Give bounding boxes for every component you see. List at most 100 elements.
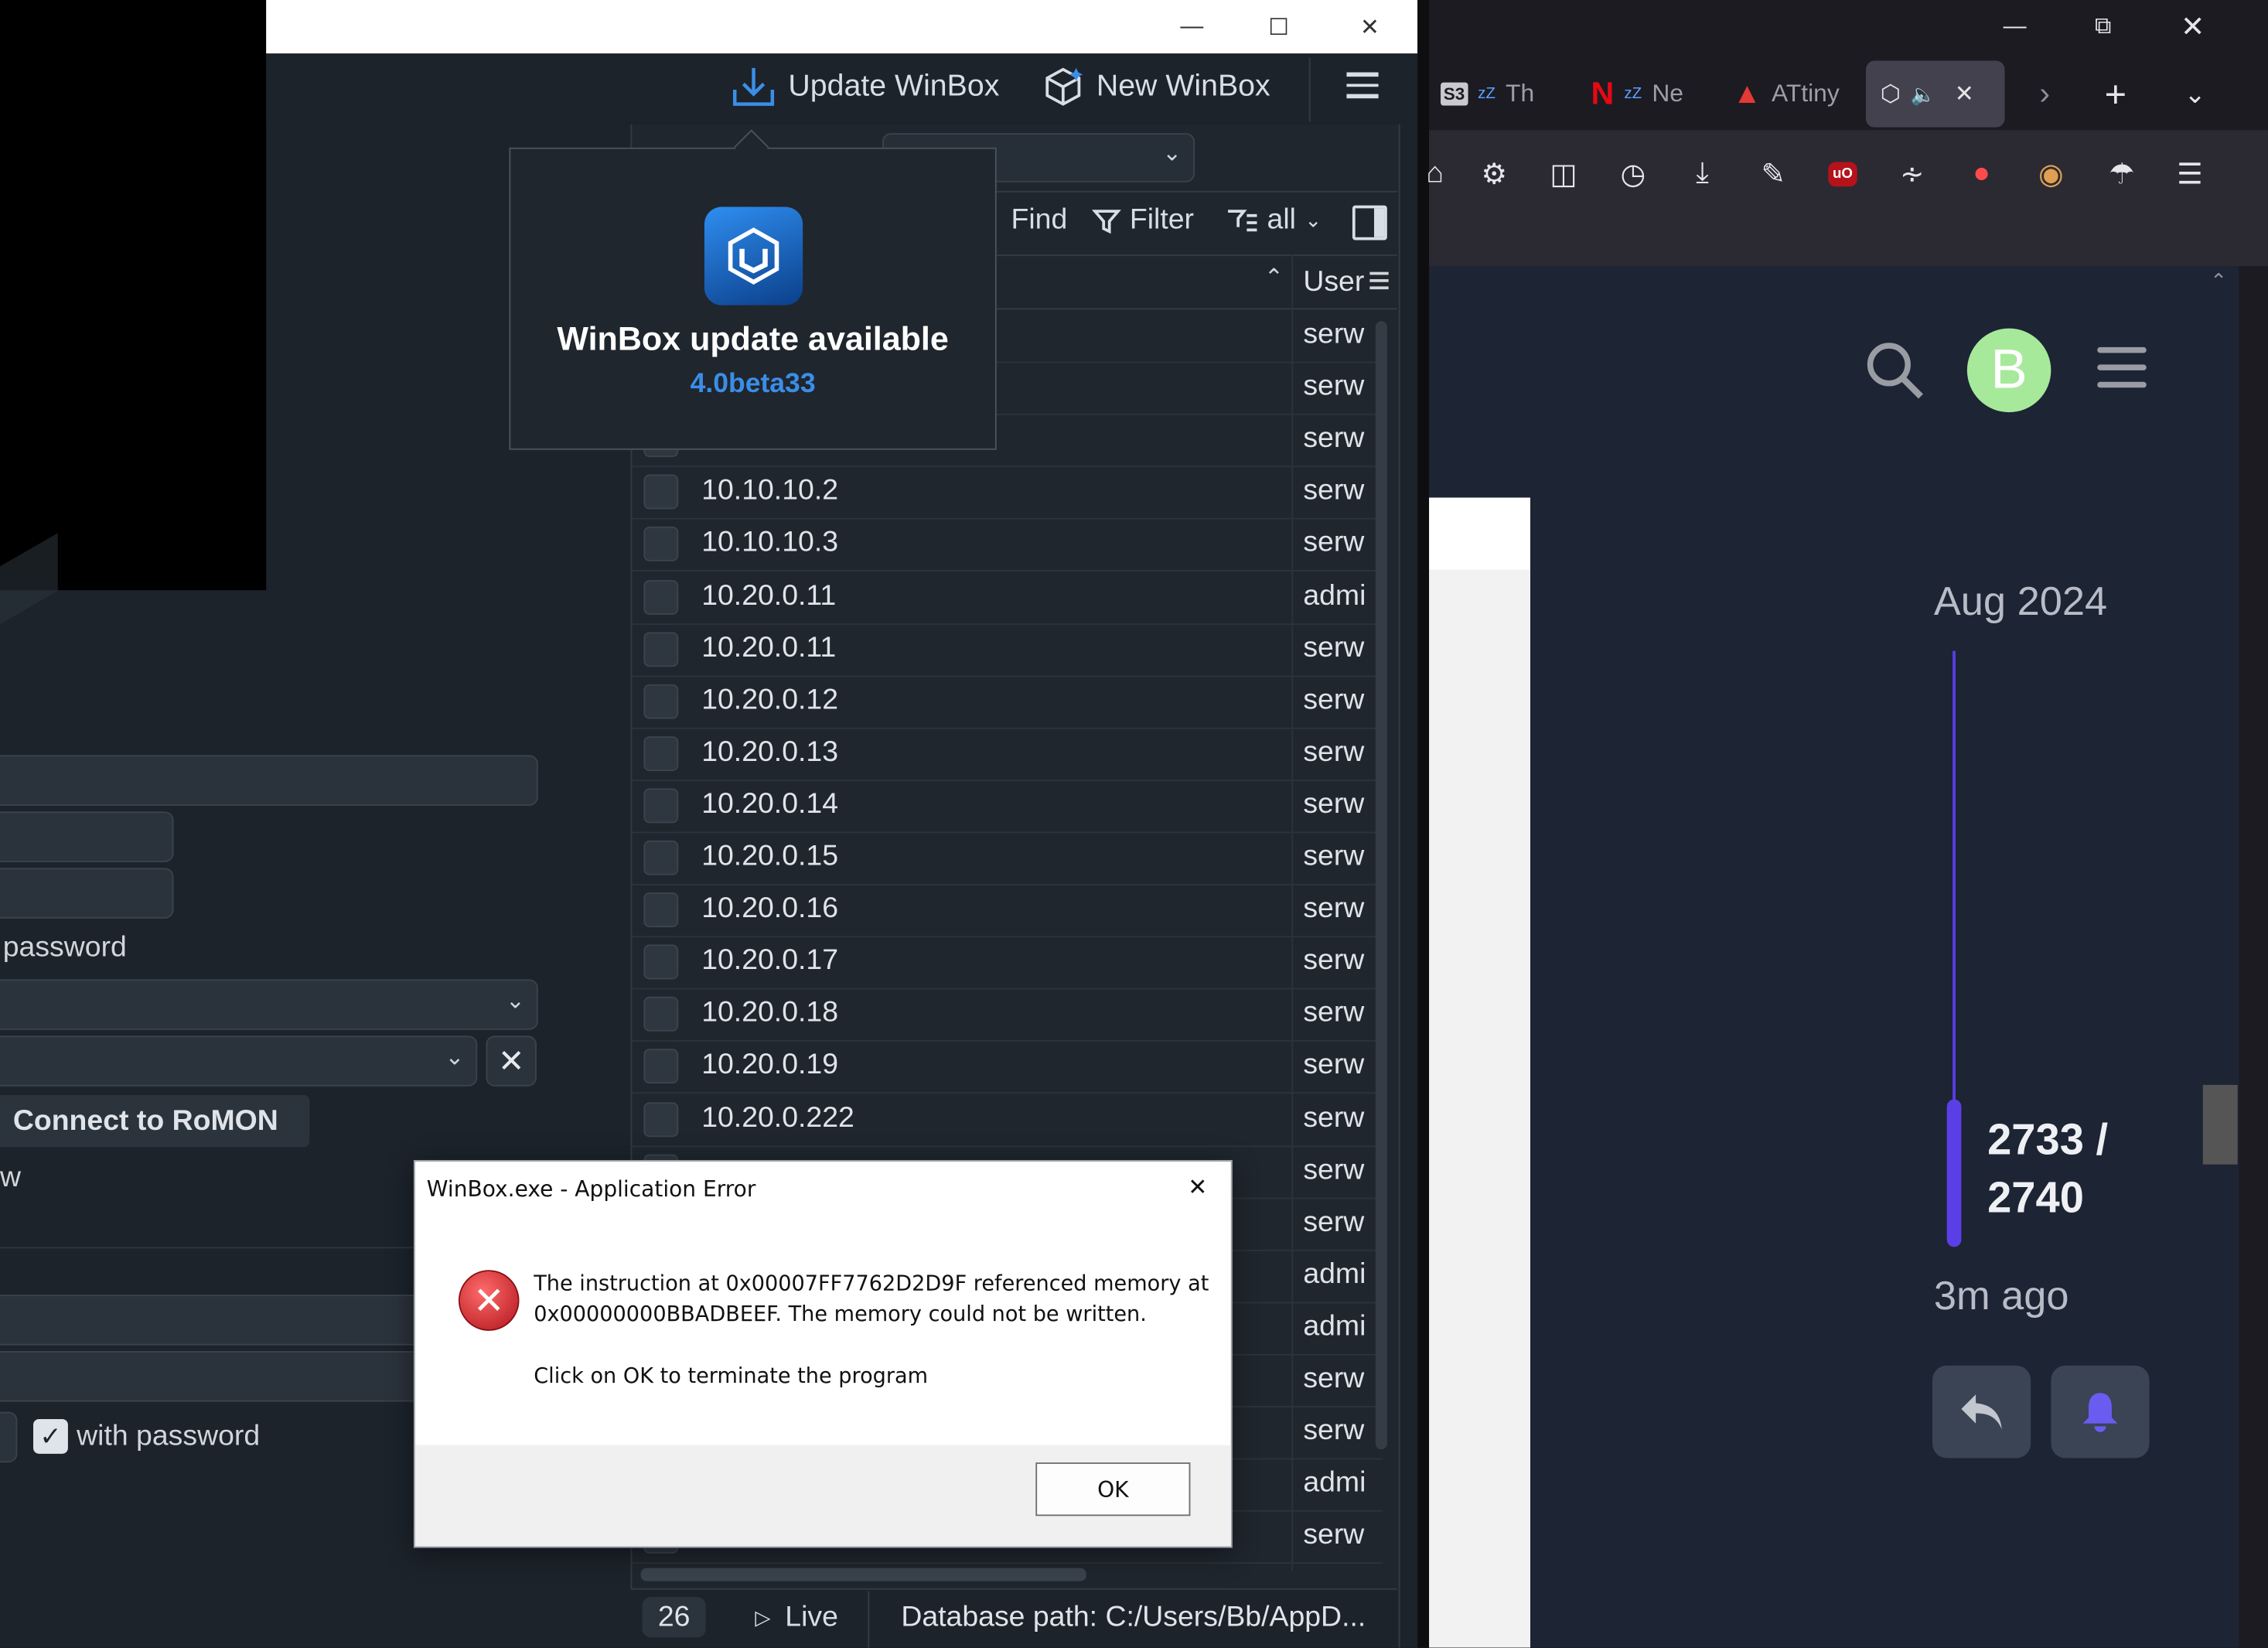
minimize-button[interactable]: — — [1148, 0, 1235, 53]
checkmark-icon: ✓ — [39, 1421, 62, 1451]
row-checkbox[interactable] — [643, 735, 679, 771]
row-checkbox[interactable] — [643, 1049, 679, 1084]
browser-tab-1[interactable]: S3 zZ Th — [1441, 61, 1534, 128]
with-password-checkbox[interactable]: ✓ — [33, 1418, 68, 1454]
table-row[interactable]: 10.20.0.15 serw — [630, 832, 1383, 885]
connect-romon-button[interactable]: Connect to RoMON — [0, 1094, 310, 1148]
table-row[interactable]: 10.20.0.11 serw — [630, 623, 1383, 677]
table-row[interactable]: 10.20.0.16 serw — [630, 884, 1383, 938]
umbrella-icon[interactable]: ☂ — [2102, 153, 2142, 193]
new-winbox-button[interactable]: New WinBox — [1042, 65, 1270, 108]
notifications-button[interactable] — [2051, 1365, 2150, 1459]
popover-version[interactable]: 4.0beta33 — [510, 369, 995, 401]
table-row[interactable]: 10.20.0.14 serw — [630, 780, 1383, 834]
table-row[interactable]: 10.20.0.222 serw — [630, 1093, 1383, 1147]
column-header-user[interactable]: User — [1303, 266, 1364, 299]
row-checkbox[interactable] — [643, 892, 679, 928]
romon-agent-select[interactable]: ⌄ — [0, 1036, 478, 1087]
filter-label: Filter — [1129, 203, 1195, 236]
timeline-thumb[interactable] — [1946, 1099, 1962, 1247]
close-tab-icon[interactable]: ✕ — [1955, 80, 1974, 108]
row-checkbox[interactable] — [643, 684, 679, 719]
feed-icon[interactable]: ∻ — [1892, 153, 1932, 193]
table-row[interactable]: 10.20.0.12 serw — [630, 675, 1383, 729]
row-checkbox[interactable] — [643, 631, 679, 667]
browser-restore-button[interactable]: ⧉ — [2060, 0, 2147, 53]
horizontal-scrollbar[interactable] — [640, 1568, 1086, 1581]
browser-close-button[interactable]: ✕ — [2150, 0, 2236, 53]
find-button[interactable]: Find — [1011, 204, 1067, 237]
password-field[interactable] — [0, 868, 174, 919]
history-icon[interactable]: ◷ — [1613, 153, 1653, 193]
table-row[interactable]: 10.20.0.13 serw — [630, 727, 1383, 781]
site-menu-icon[interactable] — [2097, 346, 2147, 388]
tab-list-icon[interactable]: ⌄ — [2184, 61, 2205, 128]
dialog-close-button[interactable]: ✕ — [1178, 1170, 1216, 1205]
live-toggle[interactable]: ▷ Live — [755, 1602, 838, 1635]
row-checkbox[interactable] — [643, 579, 679, 615]
lower-field-2[interactable] — [0, 1351, 428, 1402]
screenshot-icon[interactable]: ● — [1961, 153, 2001, 193]
table-row[interactable]: 10.20.0.18 serw — [630, 988, 1383, 1042]
filter-button[interactable]: Filter — [1092, 204, 1194, 237]
cookie-icon[interactable]: ◉ — [2031, 153, 2071, 193]
close-window-button[interactable]: ✕ — [1326, 0, 1413, 53]
browser-tab-2[interactable]: N zZ Ne — [1591, 61, 1683, 128]
home-icon[interactable]: ⌂ — [1414, 153, 1455, 193]
lower-field-3[interactable] — [0, 1411, 18, 1463]
browser-menu-icon[interactable]: ☰ — [2170, 153, 2210, 193]
sort-ascending-icon[interactable]: ⌃ — [1264, 263, 1284, 292]
table-row[interactable]: 10.20.0.19 serw — [630, 1041, 1383, 1094]
reply-button[interactable] — [1932, 1365, 2031, 1459]
row-user: serw — [1303, 1153, 1365, 1186]
session-select[interactable]: ⌄ — [0, 979, 538, 1030]
row-checkbox[interactable] — [643, 788, 679, 824]
login-field[interactable] — [0, 811, 174, 862]
row-address: 10.20.0.14 — [701, 788, 839, 821]
all-filter-dropdown[interactable]: all ⌄ — [1226, 204, 1322, 237]
row-checkbox[interactable] — [643, 1101, 679, 1137]
ublock-icon[interactable]: uO — [1823, 153, 1863, 193]
row-checkbox[interactable] — [643, 475, 679, 510]
row-checkbox[interactable] — [643, 997, 679, 1032]
clear-button[interactable]: ✕ — [486, 1036, 537, 1087]
row-checkbox[interactable] — [643, 527, 679, 562]
column-menu-icon[interactable] — [1369, 271, 1389, 290]
avatar[interactable]: B — [1966, 328, 2051, 413]
downloads-icon[interactable]: ⤓ — [1682, 153, 1722, 193]
row-checkbox[interactable] — [643, 840, 679, 875]
winbox-tab-icon: ⬡ — [1880, 82, 1901, 107]
error-message-line1: The instruction at 0x00007FF7762D2D9F re… — [534, 1273, 1209, 1296]
browser-minimize-button[interactable]: — — [1971, 0, 2058, 53]
extensions-icon[interactable]: ✎ — [1753, 153, 1793, 193]
tab-scroll-right-icon[interactable]: › — [2039, 61, 2050, 128]
scroll-up-icon[interactable]: ⌃ — [2210, 269, 2227, 294]
reader-view-icon[interactable]: ◫ — [1543, 153, 1584, 193]
update-winbox-button[interactable]: Update WinBox — [731, 65, 1000, 108]
gear-icon[interactable]: ⚙ — [1474, 153, 1514, 193]
hamburger-menu-icon[interactable] — [1346, 72, 1379, 99]
search-icon[interactable] — [1863, 339, 1926, 410]
table-row[interactable]: 10.20.0.11 admi — [630, 571, 1383, 625]
new-tab-icon[interactable]: + — [2105, 61, 2126, 128]
ok-button[interactable]: OK — [1035, 1462, 1191, 1517]
panel-toggle-icon[interactable] — [1352, 205, 1387, 241]
browser-tab-active[interactable]: ⬡ 🔈 ✕ — [1865, 60, 2005, 128]
vertical-scrollbar[interactable] — [1375, 321, 1387, 1450]
table-row[interactable]: 10.10.10.3 serw — [630, 518, 1383, 572]
error-message-line3: Click on OK to terminate the program — [534, 1365, 929, 1389]
row-user: serw — [1303, 840, 1365, 872]
address-field[interactable] — [0, 755, 538, 806]
maximize-button[interactable]: ☐ — [1235, 0, 1322, 53]
row-address: 10.20.0.222 — [701, 1101, 854, 1134]
chevron-down-icon: ⌄ — [505, 989, 525, 1015]
update-winbox-label: Update WinBox — [788, 69, 1000, 103]
row-address: 10.20.0.15 — [701, 840, 839, 872]
table-row[interactable]: 10.20.0.17 serw — [630, 937, 1383, 990]
web-page-scroll-thumb[interactable] — [2202, 1084, 2238, 1165]
lower-field-1[interactable] — [0, 1295, 428, 1346]
browser-tab-3[interactable]: ▲ ATtiny — [1733, 61, 1840, 128]
row-user: serw — [1303, 631, 1365, 664]
table-row[interactable]: 10.10.10.2 serw — [630, 466, 1383, 520]
row-checkbox[interactable] — [643, 944, 679, 980]
